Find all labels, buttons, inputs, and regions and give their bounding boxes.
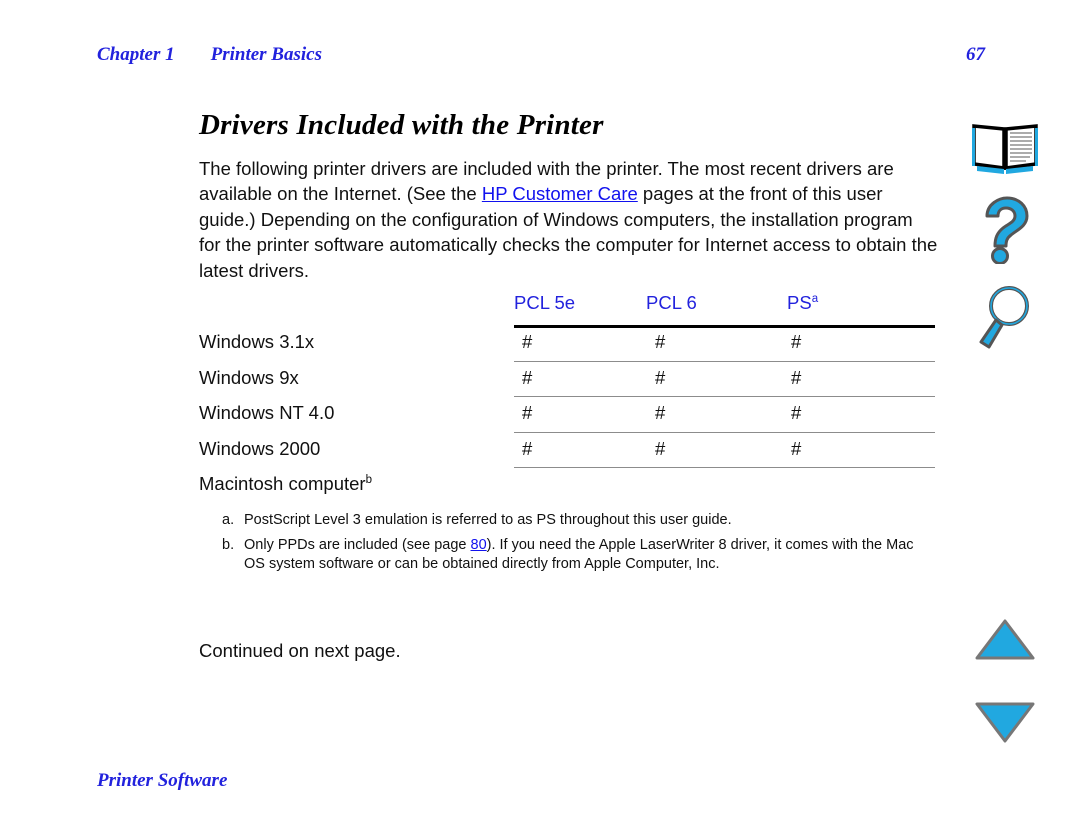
table-header-row: PCL 5e PCL 6 PSa: [199, 292, 935, 325]
row-label-windows-nt40: Windows NT 4.0: [199, 402, 335, 423]
cell-windows31x-pcl6: #: [655, 331, 666, 352]
page-title: Drivers Included with the Printer: [199, 109, 604, 142]
page-footer: Printer Software: [97, 770, 228, 791]
header-section-label: Printer Basics: [210, 44, 322, 65]
driver-support-table: PCL 5e PCL 6 PSa Windows 3.1x # # # Wind…: [199, 292, 935, 503]
cell-windows9x-pcl5e: #: [522, 366, 533, 388]
table-row: Windows 9x # # #: [199, 361, 935, 397]
triangle-up-icon[interactable]: [955, 618, 1055, 670]
column-header-ps: PSa: [787, 292, 819, 313]
triangle-down-icon[interactable]: [955, 700, 1055, 752]
page-80-link[interactable]: 80: [471, 537, 487, 553]
intro-paragraph: The following printer drivers are includ…: [199, 156, 939, 284]
footnote-b: b. Only PPDs are included (see page 80). …: [222, 536, 938, 575]
continued-note: Continued on next page.: [199, 640, 401, 661]
magnifier-icon[interactable]: [955, 284, 1055, 354]
cell-windows9x-pcl6: #: [655, 366, 666, 388]
footnote-b-text-part-1: Only PPDs are included (see page: [244, 536, 471, 553]
cell-windows31x-ps: #: [791, 331, 802, 352]
cell-windows31x-pcl5e: #: [522, 331, 533, 352]
column-header-pcl6: PCL 6: [646, 292, 697, 313]
table-row: Windows NT 4.0 # # #: [199, 396, 935, 432]
cell-windowsnt40-pcl6: #: [655, 402, 666, 423]
header-chapter-label: Chapter 1: [97, 44, 175, 65]
cell-windowsnt40-pcl5e: #: [522, 402, 533, 423]
cell-windows2000-pcl5e: #: [522, 437, 533, 459]
hp-customer-care-link[interactable]: HP Customer Care: [482, 183, 638, 204]
cell-windowsnt40-ps: #: [791, 402, 802, 423]
column-header-pcl5e: PCL 5e: [514, 292, 576, 313]
footnote-b-marker: b.: [222, 536, 235, 553]
footnote-a-text: PostScript Level 3 emulation is referred…: [244, 512, 732, 528]
row-label-windows-31x: Windows 3.1x: [199, 331, 315, 352]
cell-windows9x-ps: #: [791, 366, 802, 388]
row-label-macintosh-computer: Macintosh computerb: [199, 473, 372, 494]
book-icon[interactable]: [955, 118, 1055, 180]
navigation-rail: [955, 0, 1065, 834]
row-label-windows-2000: Windows 2000: [199, 437, 321, 459]
footnote-a-marker: a.: [222, 512, 235, 528]
cell-windows2000-pcl6: #: [655, 437, 666, 459]
page-header: Chapter 1 Printer Basics 67: [97, 44, 985, 70]
footnote-a: a. PostScript Level 3 emulation is refer…: [222, 511, 938, 531]
table-row: Windows 2000 # # #: [199, 432, 935, 468]
row-label-windows-9x: Windows 9x: [199, 366, 299, 388]
table-row: Macintosh computerb: [199, 467, 935, 503]
question-mark-icon[interactable]: [955, 196, 1055, 268]
cell-windows2000-ps: #: [791, 437, 802, 459]
table-row: Windows 3.1x # # #: [199, 325, 935, 361]
footnote-list: a. PostScript Level 3 emulation is refer…: [222, 511, 938, 580]
